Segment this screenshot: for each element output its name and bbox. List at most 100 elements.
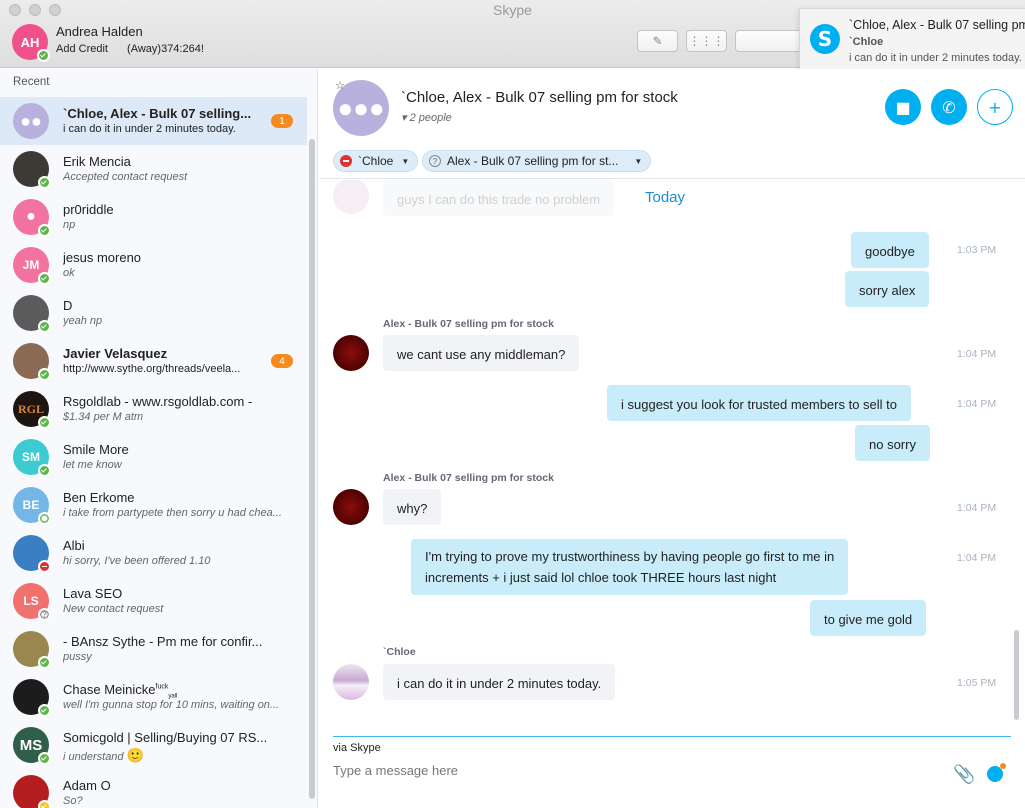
contact-avatar: JM	[13, 247, 51, 285]
contact-name: Ben Erkome	[63, 490, 135, 505]
contact-avatar	[13, 295, 51, 333]
contact-item[interactable]: SM Smile More let me know	[0, 433, 307, 481]
contact-name: Somicgold | Selling/Buying 07 RS...	[63, 730, 268, 745]
messages-scrollbar[interactable]	[1014, 630, 1019, 720]
contact-name: D	[63, 298, 73, 313]
voice-call-button[interactable]: ✆	[931, 89, 967, 125]
search-box[interactable]	[735, 30, 805, 52]
phone-icon: ✆	[942, 97, 956, 117]
participant-pill[interactable]: `Chloe ▼	[333, 150, 419, 172]
notification-popup[interactable]: S `Chloe, Alex - Bulk 07 selling pm `Chl…	[799, 8, 1025, 72]
smiley-icon: 🙂	[126, 747, 145, 763]
contact-last-message: let me know	[63, 459, 122, 471]
busy-status-icon	[38, 560, 51, 573]
my-name[interactable]: Andrea Halden	[56, 24, 143, 39]
contact-avatar: SM	[13, 439, 51, 477]
emoticon-icon[interactable]	[987, 763, 1006, 782]
contact-avatar: LS	[13, 583, 51, 621]
message-bubble: we cant use any middleman?	[383, 335, 580, 371]
participant-name: `Chloe	[358, 154, 394, 168]
contact-name: Albi	[63, 538, 85, 553]
contact-name: `Chloe, Alex - Bulk 07 selling...	[63, 106, 252, 121]
message-avatar	[333, 180, 369, 214]
contact-initials: LS	[23, 594, 39, 608]
contact-name-text: Chase Meinicke	[63, 682, 156, 697]
message-bubble: i can do it in under 2 minutes today.	[383, 664, 616, 700]
contact-item[interactable]: RGL Rsgoldlab - www.rsgoldlab.com - $1.3…	[0, 385, 307, 433]
my-initials: AH	[20, 34, 40, 50]
contact-initials: RGL	[17, 401, 44, 416]
participant-pill[interactable]: ? Alex - Bulk 07 selling pm for st... ▼	[422, 150, 652, 172]
dialpad-button[interactable]: ⋮⋮⋮	[686, 30, 727, 52]
group-icon: ●●	[20, 110, 42, 131]
message-timestamp: 1:04 PM	[957, 398, 997, 410]
chat-pane: ●●● ☆ `Chloe, Alex - Bulk 07 selling pm …	[319, 69, 1025, 808]
contact-avatar	[13, 679, 51, 717]
my-avatar[interactable]: AH	[12, 24, 50, 62]
video-call-button[interactable]: ■	[885, 89, 921, 125]
notification-message: i can do it in under 2 minutes today.	[849, 52, 1022, 64]
message-bubble: to give me gold	[810, 600, 927, 636]
message-line: I'm trying to prove my trustworthiness b…	[425, 549, 835, 564]
compose-button[interactable]: ✎	[637, 30, 678, 52]
contact-item[interactable]: MS Somicgold | Selling/Buying 07 RS... i…	[0, 721, 307, 769]
video-camera-icon: ■	[895, 97, 911, 117]
contact-avatar: RGL	[13, 391, 51, 429]
people-count[interactable]: ▾ 2 people	[401, 111, 452, 124]
pending-status-icon	[38, 608, 51, 621]
contact-avatar	[13, 631, 51, 669]
contact-last-message: ok	[63, 267, 75, 279]
contact-item[interactable]: BE Ben Erkome i take from partypete then…	[0, 481, 307, 529]
contact-item[interactable]: ●● `Chloe, Alex - Bulk 07 selling... i c…	[0, 97, 307, 145]
group-icon: ●●●	[337, 92, 385, 123]
contact-item[interactable]: Javier Velasquez http://www.sythe.org/th…	[0, 337, 307, 385]
message-timestamp: 1:04 PM	[957, 502, 997, 514]
contact-item[interactable]: Adam O So?	[0, 769, 307, 808]
my-mood[interactable]: (Away)374:264!	[127, 43, 204, 55]
notification-title: `Chloe, Alex - Bulk 07 selling pm	[849, 18, 1025, 32]
attachment-icon[interactable]: 📎	[953, 764, 975, 785]
message-bubble: sorry alex	[845, 271, 930, 307]
date-divider: Today	[645, 189, 686, 206]
contact-avatar	[13, 775, 51, 808]
add-credit-link[interactable]: Add Credit	[56, 43, 108, 55]
contact-item[interactable]: JM jesus moreno ok	[0, 241, 307, 289]
sidebar: Recent ●● `Chloe, Alex - Bulk 07 selling…	[0, 69, 318, 808]
chevron-down-icon: ▾	[401, 112, 407, 124]
contact-item[interactable]: LS Lava SEO New contact request	[0, 577, 307, 625]
message-line: increments + i just said lol chloe took …	[425, 570, 777, 585]
chevron-down-icon: ▼	[634, 156, 643, 166]
idle-status-icon	[38, 800, 51, 808]
message-bubble: no sorry	[855, 425, 930, 461]
message-bubble: goodbye	[851, 232, 929, 268]
message-timestamp: 1:04 PM	[957, 348, 997, 360]
contact-item[interactable]: - BAnsz Sythe - Pm me for confir... puss…	[0, 625, 307, 673]
unread-badge: 1	[271, 114, 293, 128]
contact-name: Erik Mencia	[63, 154, 131, 169]
contact-item[interactable]: D yeah np	[0, 289, 307, 337]
skype-logo-icon: S	[810, 24, 840, 54]
sidebar-scrollbar[interactable]	[309, 139, 315, 799]
message-bubble: I'm trying to prove my trustworthiness b…	[411, 539, 849, 595]
online-status-icon	[38, 752, 51, 765]
contact-item[interactable]: Chase Meinickefuckyall well I'm gunna st…	[0, 673, 307, 721]
contact-initials: SM	[22, 450, 40, 464]
unread-badge: 4	[271, 354, 293, 368]
contact-item[interactable]: Albi hi sorry, I've been offered 1.10	[0, 529, 307, 577]
message-timestamp: 1:04 PM	[957, 552, 997, 564]
contact-item[interactable]: ● pr0riddle np	[0, 193, 307, 241]
message-input[interactable]	[333, 763, 933, 778]
contact-avatar	[13, 343, 51, 381]
chat-title[interactable]: `Chloe, Alex - Bulk 07 selling pm for st…	[401, 89, 678, 106]
contact-last-message: yeah np	[63, 315, 103, 327]
message-avatar	[333, 664, 369, 700]
contact-name: Lava SEO	[63, 586, 123, 601]
people-count-text: 2 people	[409, 112, 452, 124]
add-people-button[interactable]: +	[977, 89, 1013, 125]
online-status-icon	[38, 416, 51, 429]
contact-last-message: Accepted contact request	[63, 171, 188, 183]
contact-avatar	[13, 151, 51, 189]
favorite-star-icon[interactable]: ☆	[335, 79, 345, 92]
contact-item[interactable]: Erik Mencia Accepted contact request	[0, 145, 307, 193]
compose-icon: ✎	[652, 34, 663, 48]
